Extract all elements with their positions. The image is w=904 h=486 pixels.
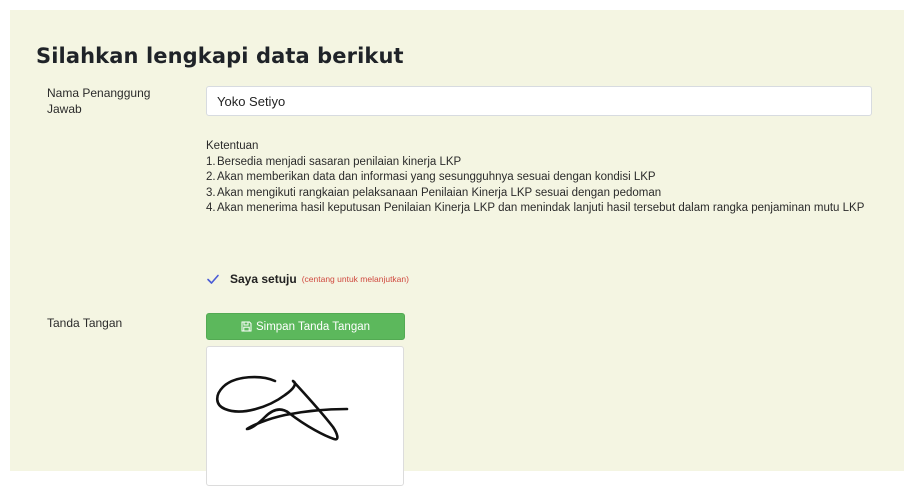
terms-section: Ketentuan 1. Bersedia menjadi sasaran pen… [206, 139, 874, 217]
agree-checkbox[interactable]: Saya setuju (centang untuk melanjutkan) [206, 270, 409, 288]
terms-heading: Ketentuan [206, 140, 259, 152]
agree-hint: (centang untuk melanjutkan) [301, 274, 409, 284]
terms-item: 4. Akan menerima hasil keputusan Penilaia… [206, 202, 865, 215]
floppy-disk-icon [241, 321, 252, 332]
checkmark-icon[interactable] [206, 272, 220, 286]
form-panel [10, 10, 904, 471]
save-signature-button[interactable]: Simpan Tanda Tangan [206, 313, 405, 340]
terms-list: 1. Bersedia menjadi sasaran penilaian kin… [206, 155, 874, 217]
terms-item: 2. Akan memberikan data dan informasi yan… [206, 171, 656, 184]
signature-drawing [215, 375, 349, 441]
save-signature-label: Simpan Tanda Tangan [255, 320, 371, 333]
name-field-label: Nama Penanggung Jawab [47, 86, 151, 116]
signature-label: Tanda Tangan [47, 316, 123, 330]
name-input[interactable] [206, 86, 872, 116]
agree-label: Saya setuju [230, 272, 297, 286]
terms-item: 1. Bersedia menjadi sasaran penilaian kin… [206, 155, 462, 168]
signature-pad[interactable] [206, 346, 404, 486]
terms-item: 3. Akan mengikuti rangkaian pelaksanaan P… [206, 186, 662, 199]
page-title: Silahkan lengkapi data berikut [36, 44, 404, 68]
